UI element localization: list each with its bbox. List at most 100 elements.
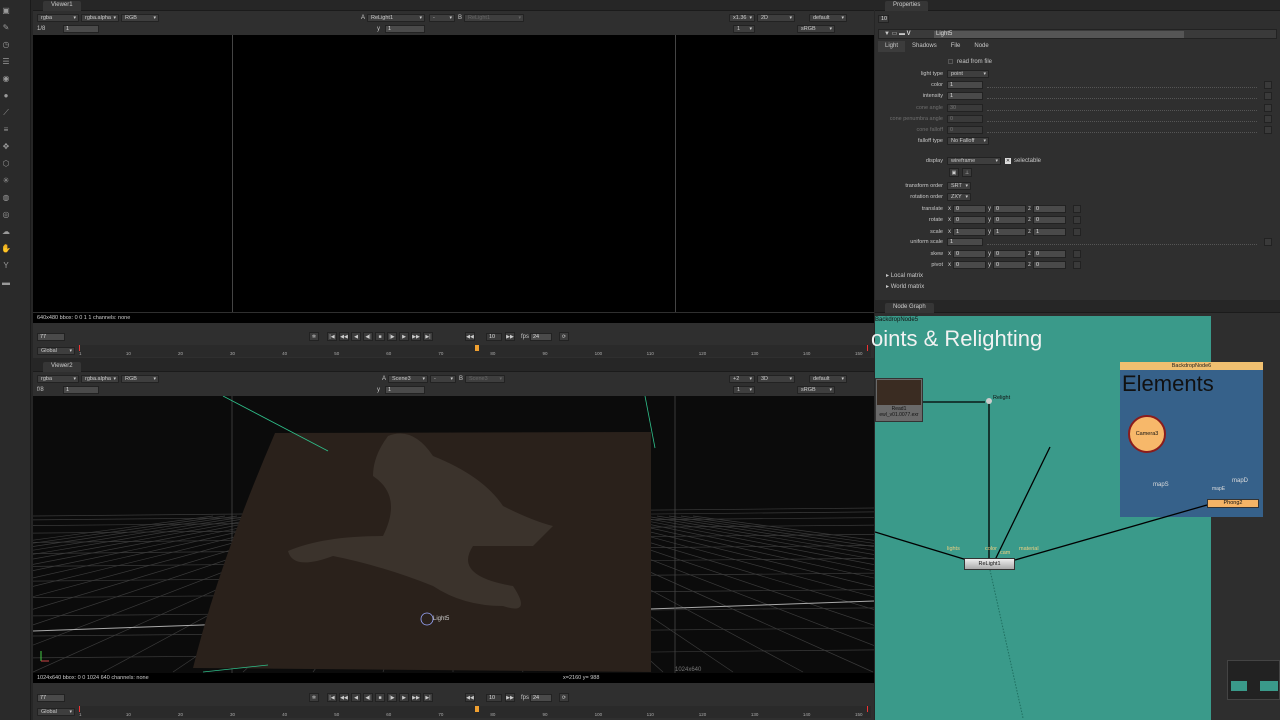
cone-angle-field[interactable]: 30 [947,104,983,112]
metadata-icon[interactable]: ☁ [1,227,11,237]
current-frame-field[interactable]: 77 [37,694,65,702]
axis-pivot-icon[interactable]: ⊥ [962,168,972,177]
particles-icon[interactable]: ✳ [1,176,11,186]
channels-dropdown[interactable]: rgba [37,14,79,22]
animation-menu-icon[interactable] [1073,261,1081,269]
animation-menu-icon[interactable] [1073,216,1081,224]
translate-z-field[interactable]: 0 [1033,205,1066,213]
alpha-dropdown[interactable]: rgba.alpha [81,375,119,383]
animation-menu-icon[interactable] [1073,228,1081,236]
draw-icon[interactable]: ✎ [1,23,11,33]
bounce-icon[interactable]: ⟳ [559,693,569,702]
uniform-scale-field[interactable]: 1 [947,238,983,246]
node-name-field[interactable]: Light5 [934,31,1184,38]
transform-order-dropdown[interactable]: SRT [947,182,971,190]
uniform-scale-slider[interactable] [987,240,1257,245]
light-type-dropdown[interactable]: point [947,70,989,78]
intensity-slider[interactable] [987,94,1257,99]
max-panels-field[interactable]: 10 [878,15,889,23]
y-field[interactable]: 1 [385,25,425,33]
deep-icon[interactable]: ◍ [1,193,11,203]
3d-icon[interactable]: ⬡ [1,159,11,169]
animation-menu-icon[interactable] [1073,205,1081,213]
tab-shadows[interactable]: Shadows [905,41,944,52]
animation-menu-icon[interactable] [1264,238,1272,246]
step-forward-icon[interactable]: ▶ [399,332,409,341]
alpha-dropdown[interactable]: rgba.alpha [81,14,119,22]
stop-icon[interactable]: ■ [375,693,385,702]
proxy-dropdown[interactable]: 1 [733,25,755,33]
stop-icon[interactable]: ■ [375,332,385,341]
scale-y-field[interactable]: 1 [993,228,1026,236]
intensity-field[interactable]: 1 [947,92,983,100]
animation-menu-icon[interactable] [1264,81,1272,89]
local-matrix-label[interactable]: Local matrix [891,273,923,279]
viewer2-3d-canvas[interactable]: Light5 1024x640 [33,396,874,673]
cone-angle-slider[interactable] [987,106,1257,111]
play-backward-icon[interactable]: ◀| [363,693,373,702]
proxy-dropdown[interactable]: 1 [733,386,755,394]
prev-keyframe-icon[interactable]: ◀◀ [339,332,349,341]
view-mode-dropdown[interactable]: 3D [757,375,795,383]
skew-y-field[interactable]: 0 [993,250,1026,258]
skew-z-field[interactable]: 0 [1033,250,1066,258]
play-forward-icon[interactable]: |▶ [387,332,397,341]
timeline-slider[interactable]: 1102030405060708090100110120130140150 [79,706,871,718]
frame-field[interactable]: 1 [63,386,99,394]
skew-x-field[interactable]: 0 [953,250,986,258]
color-slider[interactable] [987,83,1257,88]
in-point-marker[interactable] [79,706,80,712]
display-dropdown[interactable]: RGB [121,14,159,22]
last-frame-icon[interactable]: ▶| [423,332,433,341]
frame-field[interactable]: 1 [63,25,99,33]
animation-menu-icon[interactable] [1073,250,1081,258]
playhead[interactable] [475,706,479,712]
next-keyframe-icon[interactable]: ▶▶ [411,693,421,702]
next-keyframe-icon[interactable]: ▶▶ [411,332,421,341]
tab-viewer2[interactable]: Viewer2 [43,362,81,372]
range-dropdown[interactable]: Global [37,347,75,355]
prev-keyframe-icon[interactable]: ◀◀ [339,693,349,702]
rotate-z-field[interactable]: 0 [1033,216,1066,224]
filter-icon[interactable]: ● [1,91,11,101]
display-dropdown[interactable]: RGB [121,375,159,383]
transform-icon[interactable]: ✥ [1,142,11,152]
fps-field[interactable]: 24 [530,694,552,702]
keyer-icon[interactable]: ⟋ [1,108,11,118]
display-dropdown[interactable]: wireframe [947,157,1001,165]
phong2-node[interactable]: Phong2 [1207,499,1259,508]
color-icon[interactable]: ◉ [1,74,11,84]
channels-dropdown[interactable]: rgba [37,375,79,383]
tab-viewer1[interactable]: Viewer1 [43,1,81,11]
cone-falloff-slider[interactable] [987,128,1257,133]
play-backward-icon[interactable]: ◀| [363,332,373,341]
zoom-dropdown[interactable]: x1.36 [729,14,755,22]
scale-x-field[interactable]: 1 [953,228,986,236]
input-a-dropdown[interactable]: ReLight1 [367,14,425,22]
views-icon[interactable]: ◎ [1,210,11,220]
scale-z-field[interactable]: 1 [1033,228,1066,236]
scale-stepper[interactable]: f/8 [37,387,44,393]
falloff-type-dropdown[interactable]: No Falloff [947,137,989,145]
color-field[interactable]: 1 [947,81,983,89]
input-b-dropdown[interactable]: ReLight1 [464,14,524,22]
timeline-slider[interactable]: 1102030405060708090100110120130140150 [79,345,871,357]
first-frame-icon[interactable]: |◀ [327,693,337,702]
playhead[interactable] [475,345,479,351]
animation-menu-icon[interactable] [1264,104,1272,112]
snap-to-selection-icon[interactable]: ▣ [949,168,959,177]
play-forward-icon[interactable]: |▶ [387,693,397,702]
skip-back-icon[interactable]: ◀◀ [465,693,475,702]
input-a-dropdown[interactable]: Scene3 [388,375,428,383]
world-matrix-label[interactable]: World matrix [891,284,925,290]
step-field[interactable]: 10 [486,694,502,702]
tab-properties[interactable]: Properties [885,1,928,11]
translate-y-field[interactable]: 0 [993,205,1026,213]
cone-falloff-field[interactable]: 0 [947,126,983,134]
read1-node[interactable]: Read1 ewl_v01.0077.exr [875,378,923,422]
selectable-checkbox[interactable]: ✕ [1005,158,1011,164]
in-point-marker[interactable] [79,345,80,351]
last-frame-icon[interactable]: ▶| [423,693,433,702]
camera3-node[interactable]: Camera3 [1128,415,1166,453]
out-point-marker[interactable] [867,706,868,712]
